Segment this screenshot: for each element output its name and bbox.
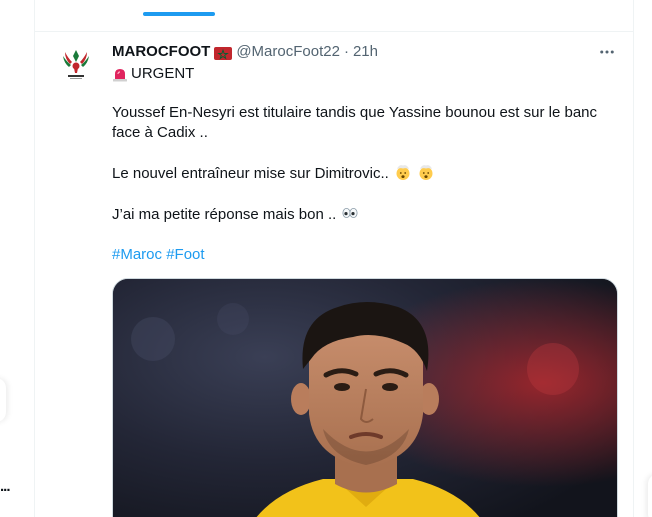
timeline-tab-bar bbox=[34, 0, 634, 32]
page: ... MAROCFOOT @MarocFoot22 · 21h URGENT … bbox=[0, 0, 652, 517]
more-horizontal-icon bbox=[600, 50, 614, 54]
marocfoot-logo bbox=[55, 42, 97, 84]
tweet-text-coach: Le nouvel entraîneur mise sur Dimitrovic… bbox=[112, 165, 389, 182]
exploding-head-icon bbox=[394, 163, 412, 181]
tweet[interactable]: MAROCFOOT @MarocFoot22 · 21h URGENT Yous… bbox=[34, 32, 634, 517]
siren-icon bbox=[112, 66, 128, 82]
tweet-text-answer: J’ai ma petite réponse mais bon .. bbox=[112, 206, 337, 223]
author-display-name[interactable]: MAROCFOOT bbox=[112, 42, 210, 62]
avatar[interactable] bbox=[55, 42, 97, 84]
left-panel-more-dots[interactable]: ... bbox=[0, 478, 10, 495]
more-options-button[interactable] bbox=[592, 42, 622, 62]
tweet-text-line: Youssef En-Nesyri est titulaire tandis q… bbox=[112, 104, 598, 121]
hashtag-foot[interactable]: #Foot bbox=[166, 246, 204, 263]
tweet-text-line: face à Cadix .. bbox=[112, 124, 208, 141]
tweet-timestamp[interactable]: 21h bbox=[353, 42, 378, 62]
left-panel-edge bbox=[0, 378, 6, 422]
urgent-line: URGENT bbox=[112, 64, 620, 84]
tweet-media-photo[interactable] bbox=[112, 278, 618, 517]
tweet-text-line: Le nouvel entraîneur mise sur Dimitrovic… bbox=[112, 163, 620, 184]
tweet-header: MAROCFOOT @MarocFoot22 · 21h bbox=[112, 42, 620, 62]
right-panel-edge bbox=[648, 474, 652, 517]
player-photo bbox=[113, 279, 617, 517]
hashtag-maroc[interactable]: #Maroc bbox=[112, 246, 162, 263]
eyes-icon bbox=[341, 204, 359, 222]
exploding-head-icon bbox=[417, 163, 435, 181]
morocco-flag-icon bbox=[214, 46, 233, 60]
hashtag-line: #Maroc #Foot bbox=[112, 245, 620, 265]
urgent-label: URGENT bbox=[131, 65, 195, 82]
author-handle[interactable]: @MarocFoot22 bbox=[236, 42, 340, 62]
active-tab-indicator bbox=[143, 12, 215, 16]
tweet-content: MAROCFOOT @MarocFoot22 · 21h URGENT Yous… bbox=[112, 42, 620, 265]
header-separator: · bbox=[343, 43, 349, 60]
tweet-text-line: J’ai ma petite réponse mais bon .. bbox=[112, 204, 620, 225]
